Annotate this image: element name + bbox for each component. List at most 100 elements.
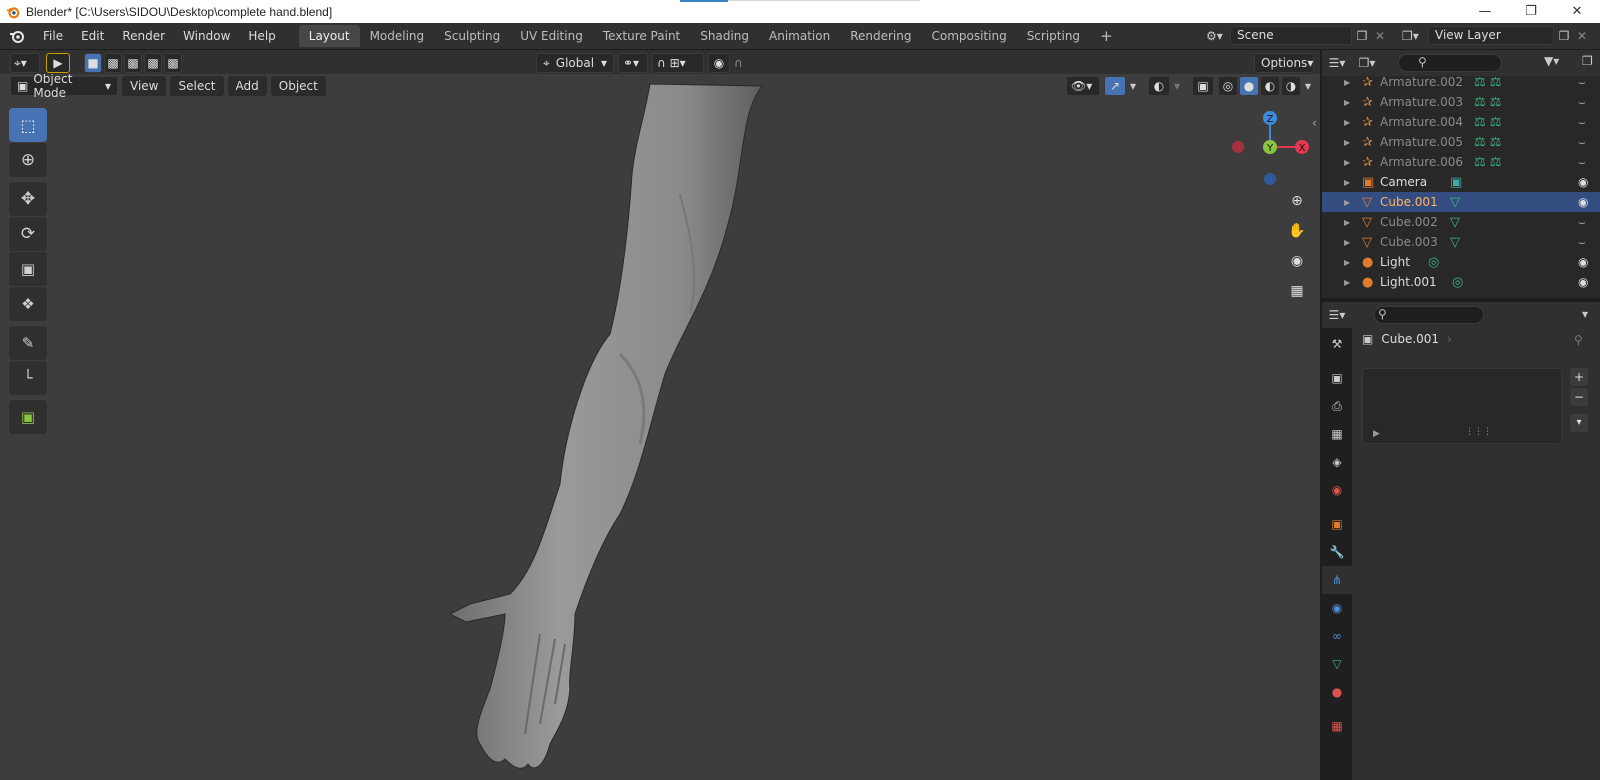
camera-view-button[interactable]: ◉ (1284, 248, 1310, 274)
select-mode-subtract-button[interactable]: ▩ (124, 53, 142, 73)
3d-viewport[interactable]: ▣ Object Mode ▾ View Select Add Object 👁▾ … (0, 74, 1320, 780)
eye-icon[interactable]: ◉ (1578, 275, 1588, 289)
scene-field[interactable]: Scene (1230, 26, 1352, 45)
menu-add[interactable]: Add (227, 76, 267, 96)
blender-menu-button[interactable] (0, 28, 34, 44)
view-layer-icon[interactable]: ❐▾ (1402, 29, 1428, 43)
restore-button[interactable]: ❐ (1508, 0, 1554, 23)
armature-data-icon[interactable]: ⚖ ⚖ (1474, 75, 1501, 90)
tab-output[interactable]: ⎙ (1322, 392, 1352, 420)
eye-hidden-icon[interactable]: ⌣ (1578, 75, 1586, 90)
tab-texture-paint[interactable]: Texture Paint (593, 25, 690, 47)
arm-mesh[interactable] (0, 74, 1320, 780)
eye-hidden-icon[interactable]: ⌣ (1578, 235, 1586, 250)
rotate-tool[interactable]: ⟳ (9, 217, 47, 251)
tab-shading[interactable]: Shading (690, 25, 759, 47)
tab-sculpting[interactable]: Sculpting (434, 25, 510, 47)
mode-dropdown[interactable]: ▣ Object Mode ▾ (10, 74, 118, 100)
measure-tool[interactable]: └ (9, 361, 47, 395)
menu-file[interactable]: File (34, 25, 72, 47)
outliner-item-name[interactable]: Armature.006 (1380, 155, 1463, 169)
transform-orientation-dropdown[interactable]: ⌖ Global ▾ (536, 53, 614, 73)
tab-rendering[interactable]: Rendering (840, 25, 921, 47)
minimize-button[interactable]: — (1462, 0, 1508, 23)
expand-arrow-icon[interactable]: ▶ (1344, 158, 1350, 167)
armature-data-icon[interactable]: ⚖ ⚖ (1474, 155, 1501, 170)
falloff-icon[interactable]: ∩ (734, 56, 758, 70)
mesh-data-icon[interactable]: ▽ (1450, 215, 1460, 230)
tab-modeling[interactable]: Modeling (360, 25, 435, 47)
select-mode-intersect-button[interactable]: ▩ (164, 53, 182, 73)
select-mode-difference-button[interactable]: ▩ (144, 53, 162, 73)
add-cube-tool[interactable]: ▣ (9, 400, 47, 434)
pin-icon[interactable]: ⚲ (1574, 333, 1583, 347)
rendered-shading-button[interactable]: ◑ (1281, 76, 1301, 96)
eye-hidden-icon[interactable]: ⌣ (1578, 95, 1586, 110)
outliner-row[interactable]: ▶ ● Light ◎ ◉ (1322, 252, 1600, 272)
outliner-item-name[interactable]: Camera (1380, 175, 1427, 189)
outliner-row[interactable]: ▶ ▽ Cube.003 ▽ ⌣ (1322, 232, 1600, 252)
outliner-item-name[interactable]: Cube.003 (1380, 235, 1438, 249)
outliner-item-name[interactable]: Light (1380, 255, 1410, 269)
tab-layout[interactable]: Layout (298, 25, 360, 47)
eye-icon[interactable]: ◉ (1578, 175, 1588, 189)
solid-shading-button[interactable]: ● (1239, 76, 1259, 96)
camera-data-icon[interactable]: ▣ (1450, 175, 1462, 190)
gizmo-neg-x-axis[interactable] (1232, 141, 1244, 153)
tab-texture[interactable]: ▦ (1322, 712, 1352, 740)
new-collection-icon[interactable]: ❐ (1582, 54, 1593, 68)
eye-hidden-icon[interactable]: ⌣ (1578, 115, 1586, 130)
outliner-item-name[interactable]: Cube.002 (1380, 215, 1438, 229)
chevron-down-icon[interactable]: ▾ (1174, 79, 1188, 93)
snap-dropdown[interactable]: ∩ ⊞▾ (652, 53, 704, 73)
menu-window[interactable]: Window (174, 25, 239, 47)
new-scene-icon[interactable]: ❐ (1352, 29, 1372, 43)
expand-arrow-icon[interactable]: ▶ (1344, 178, 1350, 187)
expand-arrow-icon[interactable]: ▶ (1344, 78, 1350, 87)
outliner-row[interactable]: ▶ ✰ Armature.003 ⚖ ⚖ ⌣ (1322, 92, 1600, 112)
tab-world[interactable]: ◉ (1322, 476, 1352, 504)
tab-scripting[interactable]: Scripting (1017, 25, 1090, 47)
tab-tool[interactable]: ⚒ (1322, 330, 1352, 358)
new-view-layer-icon[interactable]: ❐ (1554, 29, 1574, 43)
expand-arrow-icon[interactable]: ▶ (1344, 138, 1350, 147)
transform-tool[interactable]: ❖ (9, 287, 47, 321)
outliner-row[interactable]: ▶ ✰ Armature.006 ⚖ ⚖ ⌣ (1322, 152, 1600, 172)
properties-search-input[interactable] (1374, 306, 1484, 324)
outliner-row[interactable]: ▶ ● Light.001 ◎ ◉ (1322, 272, 1600, 292)
outliner-row[interactable]: ▶ ✰ Armature.002 ⚖ ⚖ ⌣ (1322, 72, 1600, 92)
filter-icon[interactable]: ▼▾ (1544, 54, 1559, 68)
material-shading-button[interactable]: ◐ (1260, 76, 1280, 96)
expand-arrow-icon[interactable]: ▶ (1344, 238, 1350, 247)
outliner-row[interactable]: ▶ ▽ Cube.001 ▽ ◉ (1322, 192, 1600, 212)
proportional-edit-button[interactable]: ◉ (708, 53, 730, 73)
expand-arrow-icon[interactable]: ▶ (1344, 218, 1350, 227)
scale-tool[interactable]: ▣ (9, 252, 47, 286)
armature-data-icon[interactable]: ⚖ ⚖ (1474, 115, 1501, 130)
tab-object[interactable]: ▣ (1322, 510, 1352, 538)
eye-icon[interactable]: ◉ (1578, 255, 1588, 269)
cursor-tool[interactable]: ⊕ (9, 143, 47, 177)
tab-scene[interactable]: ◈ (1322, 448, 1352, 476)
tab-animation[interactable]: Animation (759, 25, 840, 47)
wireframe-shading-button[interactable]: ◎ (1218, 76, 1238, 96)
outliner-row[interactable]: ▶ ✰ Armature.005 ⚖ ⚖ ⌣ (1322, 132, 1600, 152)
expand-arrow-icon[interactable]: ▶ (1344, 98, 1350, 107)
display-mode-icon[interactable]: ❐▾ (1352, 56, 1382, 70)
tab-uv-editing[interactable]: UV Editing (510, 25, 593, 47)
remove-slot-button[interactable]: − (1570, 388, 1588, 406)
select-box-tool[interactable]: ⬚ (9, 108, 47, 142)
view-layer-field[interactable]: View Layer (1428, 26, 1554, 45)
zoom-view-button[interactable]: ⊕ (1284, 188, 1310, 214)
mesh-data-icon[interactable]: ▽ (1450, 235, 1460, 250)
eye-icon[interactable]: ◉ (1578, 195, 1588, 209)
outliner-item-name[interactable]: Cube.001 (1380, 195, 1438, 209)
editor-type-menu[interactable]: ⌖▾ (10, 53, 40, 73)
light-data-icon[interactable]: ◎ (1452, 275, 1463, 290)
options-dropdown[interactable]: Options ▾ (1254, 53, 1314, 73)
expand-arrow-icon[interactable]: ▶ (1344, 258, 1350, 267)
expand-arrow-icon[interactable]: ▶ (1344, 278, 1350, 287)
expand-arrow-icon[interactable]: ▶ (1373, 429, 1380, 439)
outliner-row[interactable]: ▶ ▣ Camera ▣ ◉ (1322, 172, 1600, 192)
outliner-item-name[interactable]: Armature.004 (1380, 115, 1463, 129)
